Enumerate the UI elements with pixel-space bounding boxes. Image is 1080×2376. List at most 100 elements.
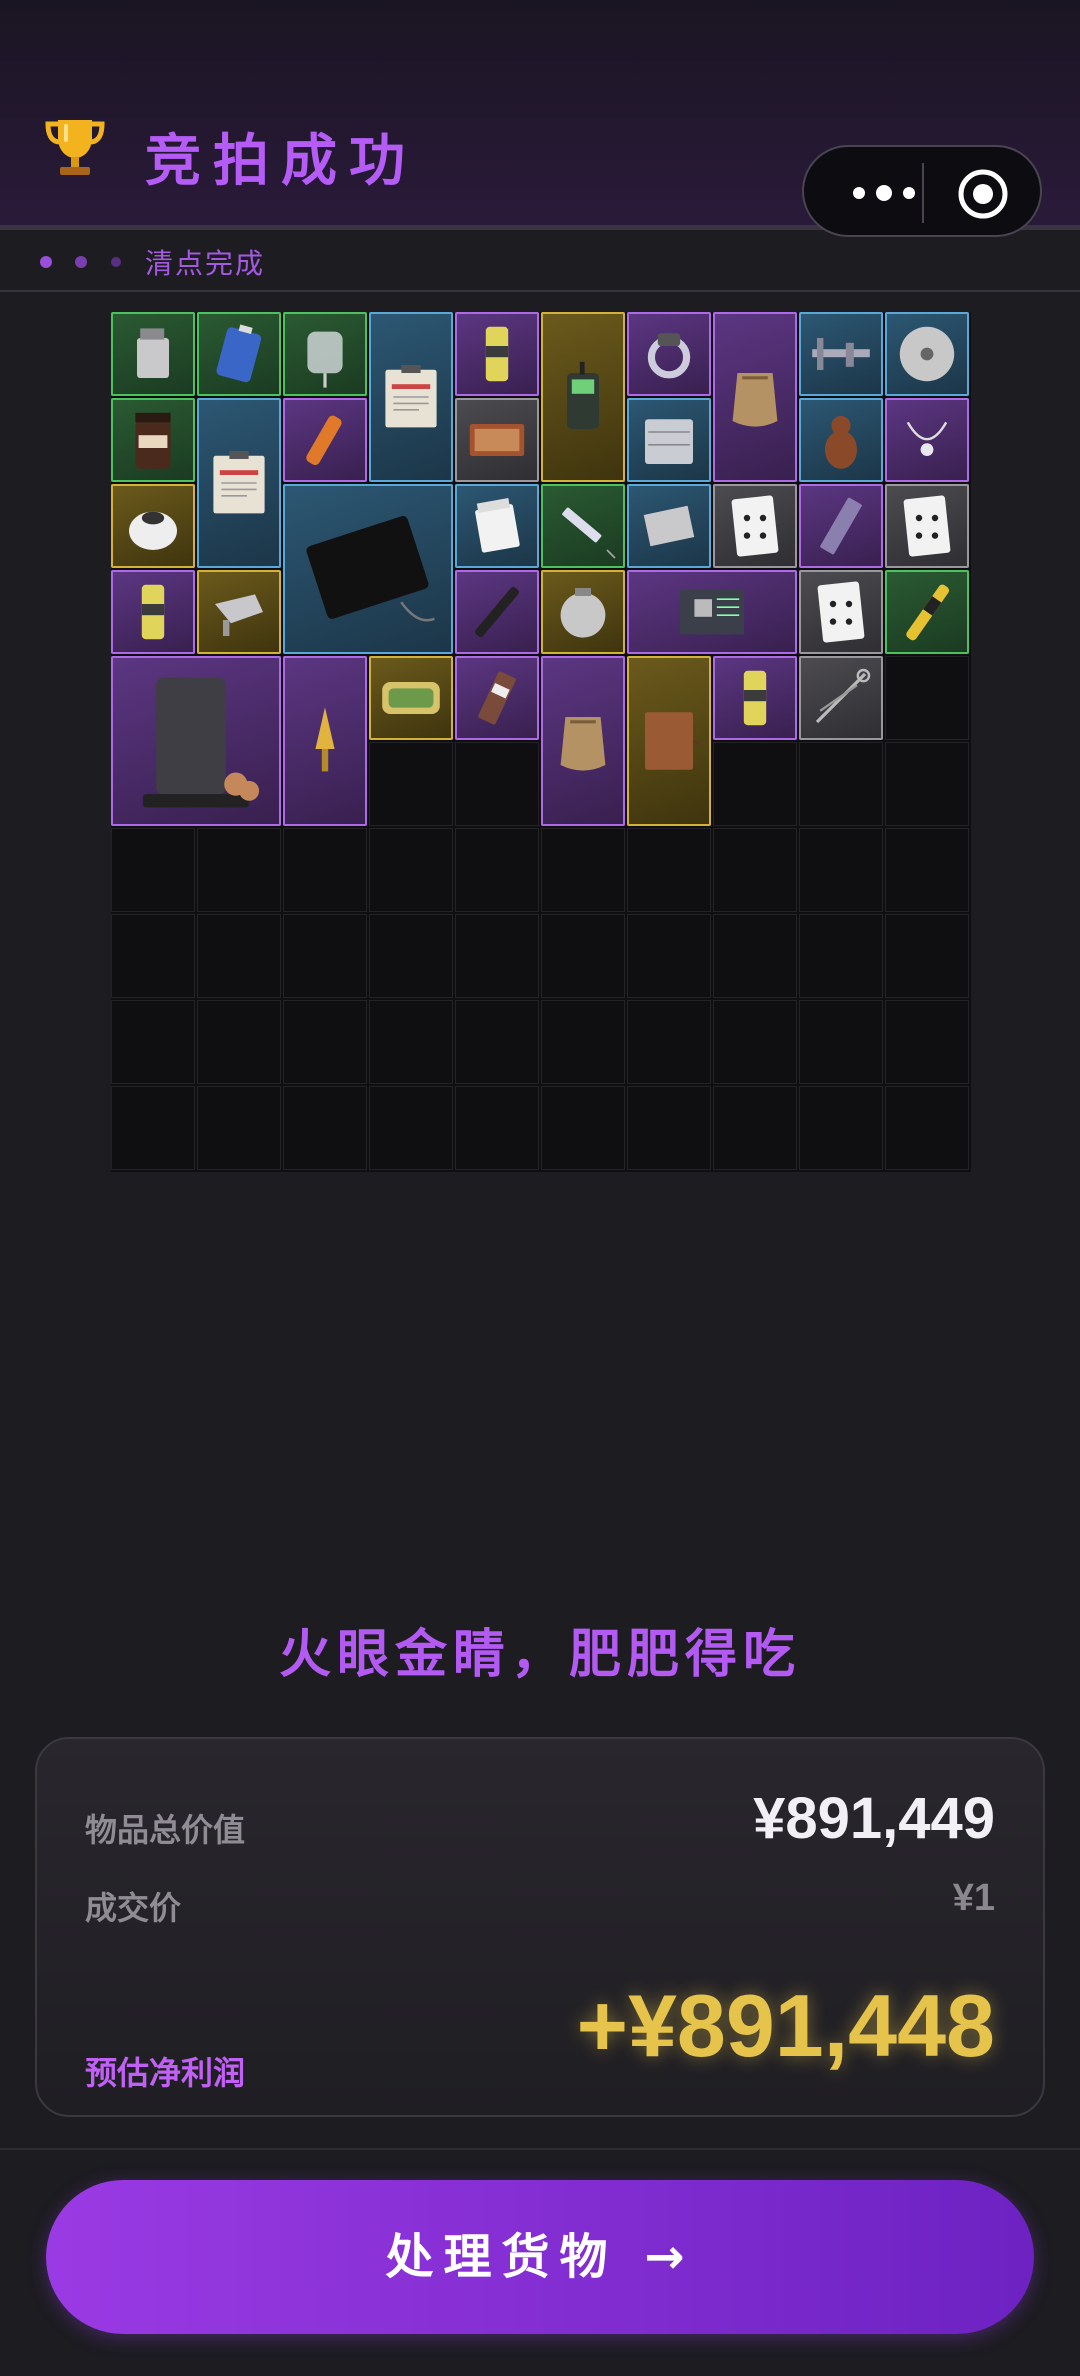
inventory-item-gas-filter[interactable] xyxy=(111,484,195,568)
inventory-item-coffee-jar[interactable] xyxy=(111,398,195,482)
lighter-icon xyxy=(137,328,169,378)
inventory-item-satellite-phone[interactable] xyxy=(541,312,625,482)
inventory-item-golden-dagger[interactable] xyxy=(283,656,367,826)
empty-slot xyxy=(713,828,797,912)
inventory-item-fountain-pen[interactable] xyxy=(455,570,539,654)
inventory-item-energy-drink[interactable] xyxy=(455,312,539,396)
inventory-item-lighter[interactable] xyxy=(111,312,195,396)
inventory-item-snack-bar[interactable] xyxy=(455,656,539,740)
empty-slot xyxy=(799,828,883,912)
inventory-item-sardine-tin[interactable] xyxy=(369,656,453,740)
snack-bar-icon xyxy=(478,671,516,725)
inventory-item-confidential-clipboard[interactable] xyxy=(197,398,281,568)
empty-slot xyxy=(713,914,797,998)
empty-slot xyxy=(885,656,969,740)
confidential-clipboard-icon xyxy=(385,365,437,428)
empty-slot xyxy=(283,1000,367,1084)
inventory-item-playing-card[interactable] xyxy=(885,484,969,568)
matchbox-icon xyxy=(469,424,525,456)
more-dots-icon[interactable] xyxy=(834,171,934,215)
empty-slot xyxy=(197,1086,281,1170)
inventory-item-necklace[interactable] xyxy=(885,398,969,482)
inventory-item-flare[interactable] xyxy=(283,398,367,482)
sack-icon xyxy=(732,373,778,427)
inventory-item-coffee-machine[interactable] xyxy=(111,656,281,826)
empty-slot xyxy=(885,828,969,912)
inventory-item-cigarette-pack[interactable] xyxy=(455,484,539,568)
cpu-chip-icon xyxy=(643,505,695,547)
battery-icon xyxy=(216,324,262,383)
caliper-icon xyxy=(812,338,870,370)
inventory-item-caliper[interactable] xyxy=(799,312,883,396)
scissors-icon xyxy=(815,668,871,724)
empty-slot xyxy=(799,742,883,826)
leather-journal-icon xyxy=(645,712,702,770)
syringe-icon xyxy=(562,507,616,559)
energy-drink-icon xyxy=(141,584,165,640)
inventory-item-energy-drink[interactable] xyxy=(111,570,195,654)
drone-part-icon xyxy=(215,594,263,636)
empty-slot xyxy=(713,1086,797,1170)
inventory-item-playing-card[interactable] xyxy=(799,570,883,654)
necklace-icon xyxy=(906,421,948,456)
multimeter-pen-icon xyxy=(906,584,950,641)
inventory-item-energy-drink[interactable] xyxy=(713,656,797,740)
pacemaker-icon xyxy=(560,588,606,638)
inventory-item-tablet-screen[interactable] xyxy=(283,484,453,654)
inventory-item-pacemaker[interactable] xyxy=(541,570,625,654)
empty-slot xyxy=(455,1000,539,1084)
empty-slot xyxy=(885,1000,969,1084)
inventory-item-cpu-chip[interactable] xyxy=(627,484,711,568)
empty-slot xyxy=(455,742,539,826)
ring-icon xyxy=(647,333,691,379)
inventory-item-disc[interactable] xyxy=(885,312,969,396)
inventory-item-memory-stick[interactable] xyxy=(799,484,883,568)
inventory-item-scissors[interactable] xyxy=(799,656,883,740)
inventory-item-multimeter-pen[interactable] xyxy=(885,570,969,654)
iv-bag-icon xyxy=(307,331,343,388)
trophy-icon xyxy=(45,120,105,175)
inventory-item-drone-part[interactable] xyxy=(197,570,281,654)
inventory-item-playing-card[interactable] xyxy=(713,484,797,568)
inventory-item-hard-drive[interactable] xyxy=(627,398,711,482)
empty-slot xyxy=(885,914,969,998)
target-circle-icon[interactable] xyxy=(956,167,1010,221)
energy-drink-icon xyxy=(485,326,509,382)
status-text: 清点完成 xyxy=(145,247,266,280)
circuit-board-icon xyxy=(680,589,744,635)
empty-slot xyxy=(799,1000,883,1084)
inventory-item-circuit-board[interactable] xyxy=(627,570,797,654)
inventory-item-confidential-clipboard[interactable] xyxy=(369,312,453,482)
hard-drive-icon xyxy=(645,419,693,464)
inventory-item-sack[interactable] xyxy=(541,656,625,826)
inventory-item-iv-bag[interactable] xyxy=(283,312,367,396)
status-bar: 清点完成 xyxy=(0,230,1080,292)
empty-slot xyxy=(713,742,797,826)
empty-slot xyxy=(369,1086,453,1170)
inventory-item-leather-journal[interactable] xyxy=(627,656,711,826)
empty-slot xyxy=(541,1000,625,1084)
inventory-item-syringe[interactable] xyxy=(541,484,625,568)
memory-stick-icon xyxy=(820,497,862,555)
inventory-item-battery[interactable] xyxy=(197,312,281,396)
empty-slot xyxy=(111,1086,195,1170)
process-goods-button[interactable]: 处理货物 → xyxy=(46,2180,1034,2334)
inventory-item-ring[interactable] xyxy=(627,312,711,396)
empty-slot xyxy=(111,828,195,912)
empty-slot xyxy=(799,1086,883,1170)
empty-slot xyxy=(455,828,539,912)
empty-slot xyxy=(197,828,281,912)
confidential-clipboard-icon xyxy=(213,451,265,514)
inventory-item-sack[interactable] xyxy=(713,312,797,482)
deal-price-label: 成交价 xyxy=(85,1889,182,1927)
empty-slot xyxy=(627,1000,711,1084)
satellite-phone-icon xyxy=(567,361,599,429)
empty-slot xyxy=(885,742,969,826)
profit-label: 预估净利润 xyxy=(85,2054,246,2092)
empty-slot xyxy=(541,1086,625,1170)
empty-slot xyxy=(627,914,711,998)
inventory-item-figurine[interactable] xyxy=(799,398,883,482)
tablet-screen-icon xyxy=(306,515,435,622)
inventory-item-matchbox[interactable] xyxy=(455,398,539,482)
empty-slot xyxy=(369,914,453,998)
